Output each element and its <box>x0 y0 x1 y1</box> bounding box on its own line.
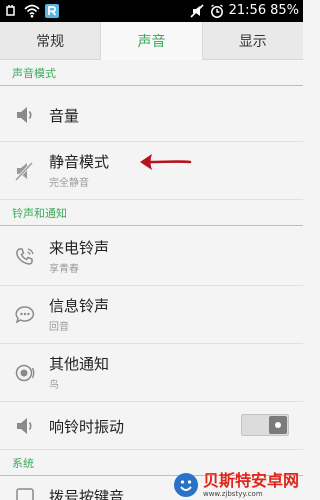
status-time: 21:56 <box>228 3 267 18</box>
mute-icon <box>190 4 204 18</box>
message-ringtone-title: 信息铃声 <box>49 297 110 315</box>
annotation-arrow <box>140 154 192 170</box>
status-bar-left <box>4 3 60 19</box>
silent-mode-title: 静音模式 <box>49 153 110 171</box>
wifi-icon <box>24 4 40 18</box>
alarm-icon <box>210 4 223 18</box>
other-notification-subtitle: 鸟 <box>49 380 59 391</box>
vibrate-speaker-icon <box>17 418 32 434</box>
phone-icon <box>16 248 34 265</box>
call-ringtone-row[interactable]: 来电铃声 享青春 <box>0 228 303 286</box>
watermark: 贝斯特安卓网 www.zjbstyy.com <box>173 472 299 498</box>
notification-icon <box>6 5 15 16</box>
speaker-icon <box>17 107 32 123</box>
vibrate-on-ring-title: 响铃时振动 <box>49 418 125 436</box>
silent-mode-subtitle: 完全静音 <box>49 178 89 189</box>
call-ringtone-title: 来电铃声 <box>49 239 110 257</box>
other-notification-row[interactable]: 其他通知 鸟 <box>0 344 303 402</box>
status-bar: 21:56 85% <box>0 0 303 22</box>
call-ringtone-subtitle: 享青春 <box>49 264 79 275</box>
watermark-brand: 贝斯特安卓网 <box>202 471 299 490</box>
battery-percent: 85% <box>270 3 299 18</box>
message-ringtone-subtitle: 回音 <box>49 322 69 333</box>
toggle-knob <box>269 416 287 434</box>
status-bar-right: 21:56 85% <box>189 3 299 19</box>
notification-sound-icon <box>15 364 35 382</box>
silent-speaker-icon <box>14 161 34 182</box>
message-icon <box>15 306 35 324</box>
dialpad-icon <box>16 488 34 500</box>
section-header-sound-mode: 声音模式 <box>0 62 303 86</box>
touch-tone-title: 拨号按键音 <box>49 488 125 500</box>
volume-title: 音量 <box>49 107 80 125</box>
app-r-icon <box>45 4 59 18</box>
tab-general[interactable]: 常规 <box>0 22 100 59</box>
vibrate-toggle[interactable] <box>241 414 289 436</box>
tab-bar: 常规 声音 显示 <box>0 22 303 60</box>
tab-display[interactable]: 显示 <box>203 22 303 59</box>
section-header-ringtones: 铃声和通知 <box>0 202 303 226</box>
volume-row[interactable]: 音量 <box>0 88 303 142</box>
vibrate-on-ring-row[interactable]: 响铃时振动 <box>0 402 303 450</box>
message-ringtone-row[interactable]: 信息铃声 回音 <box>0 286 303 344</box>
watermark-url: www.zjbstyy.com <box>202 490 263 498</box>
watermark-logo <box>173 473 198 497</box>
tab-sound[interactable]: 声音 <box>100 22 203 60</box>
other-notification-title: 其他通知 <box>49 355 110 373</box>
